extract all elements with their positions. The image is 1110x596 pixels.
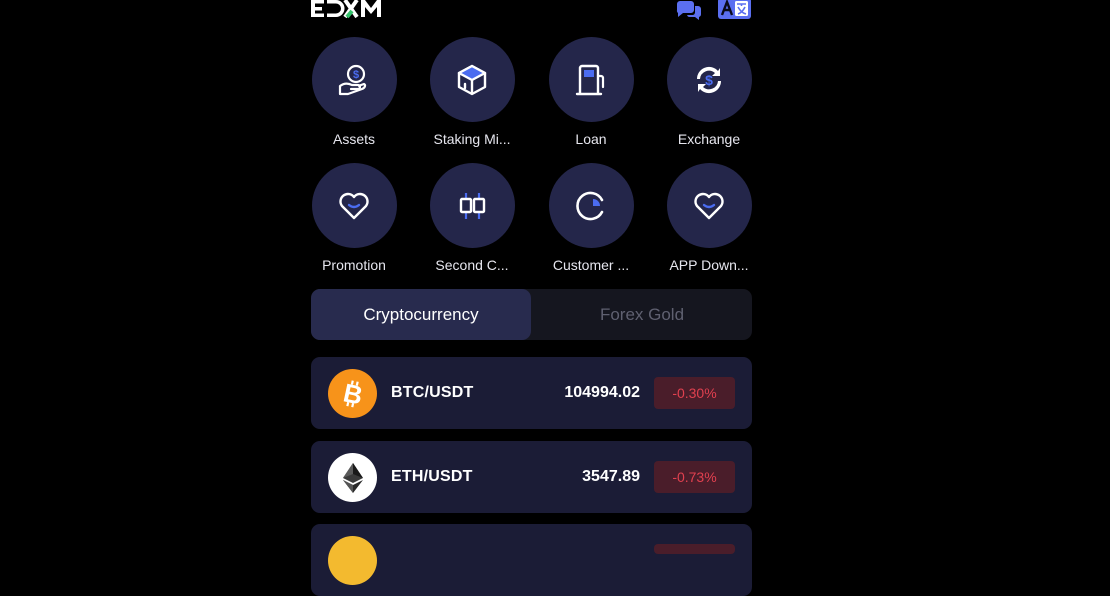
bitcoin-icon: B <box>328 369 377 418</box>
edxm-logo <box>311 0 386 20</box>
heart-icon <box>694 192 724 219</box>
exchange-button[interactable]: $ <box>666 37 752 122</box>
market-tabs: Cryptocurrency Forex Gold <box>311 289 752 340</box>
menu-label: Promotion <box>322 257 386 273</box>
menu-item-app-download[interactable]: APP Down... <box>659 163 759 273</box>
menu-label: APP Down... <box>669 257 749 273</box>
tab-forex-gold[interactable]: Forex Gold <box>532 289 752 340</box>
menu-label: Exchange <box>677 131 741 147</box>
market-row-partial[interactable] <box>311 524 752 596</box>
menu-item-customer-service[interactable]: Customer ... <box>541 163 641 273</box>
svg-text:$: $ <box>353 69 359 81</box>
change-badge <box>654 544 735 554</box>
staking-button[interactable] <box>429 37 515 122</box>
menu-label: Second C... <box>435 257 509 273</box>
chat-bubbles-icon[interactable] <box>674 0 702 27</box>
change-badge: -0.73% <box>654 461 735 493</box>
menu-item-loan[interactable]: Loan <box>541 37 641 147</box>
app-download-button[interactable] <box>666 163 752 248</box>
promotion-button[interactable] <box>311 163 397 248</box>
heart-icon <box>339 192 369 219</box>
assets-button[interactable]: $ <box>311 37 397 122</box>
menu-label: Loan <box>575 131 607 147</box>
market-row-btc[interactable]: B BTC/USDT 104994.02 -0.30% <box>311 357 752 429</box>
menu-label: Assets <box>332 131 375 147</box>
last-price: 3547.89 <box>582 468 640 485</box>
menu-item-second-contract[interactable]: Second C... <box>422 163 522 273</box>
menu-item-staking[interactable]: Staking Mi... <box>422 37 522 147</box>
coin-icon <box>328 536 377 585</box>
customer-service-button[interactable] <box>548 163 634 248</box>
menu-item-exchange[interactable]: $ Exchange <box>659 37 759 147</box>
menu-item-promotion[interactable]: Promotion <box>304 163 404 273</box>
svg-text:$: $ <box>705 72 713 88</box>
cube-icon <box>457 64 487 95</box>
second-contract-button[interactable] <box>429 163 515 248</box>
chat-pie-icon <box>576 191 604 220</box>
market-row-eth[interactable]: ETH/USDT 3547.89 -0.73% <box>311 441 752 513</box>
change-badge: -0.30% <box>654 377 735 409</box>
exchange-dollar-icon: $ <box>696 66 722 93</box>
loan-button[interactable] <box>548 37 634 122</box>
language-translate-icon[interactable] <box>717 0 752 25</box>
menu-item-assets[interactable]: $ Assets <box>304 37 404 147</box>
menu-label: Customer ... <box>552 257 630 273</box>
menu-label: Staking Mi... <box>433 131 511 147</box>
last-price: 104994.02 <box>564 384 640 401</box>
pair-name: ETH/USDT <box>391 468 473 485</box>
hand-coin-icon: $ <box>338 64 367 95</box>
pair-name: BTC/USDT <box>391 384 474 401</box>
ethereum-icon <box>328 453 377 502</box>
candlestick-icon <box>459 192 486 219</box>
fuel-pump-icon <box>575 64 605 95</box>
tab-cryptocurrency[interactable]: Cryptocurrency <box>311 289 531 340</box>
app-screen: $ Assets Staking Mi... Loan $ Exchange P… <box>311 0 752 596</box>
